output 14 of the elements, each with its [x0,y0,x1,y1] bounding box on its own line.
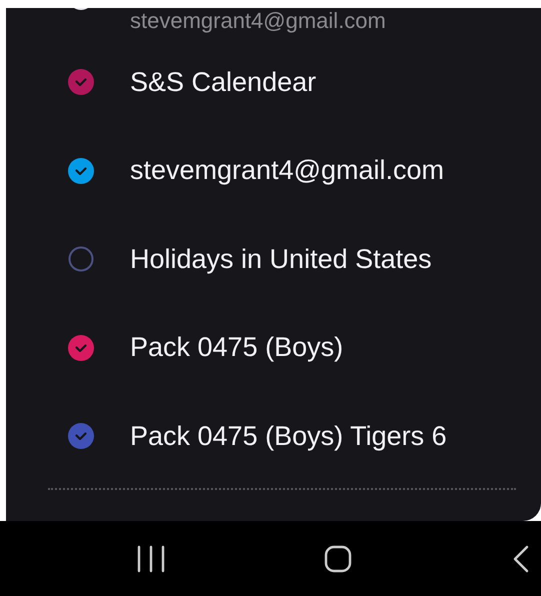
calendar-name: S&S Calendear [130,66,316,98]
checkbox[interactable] [68,423,94,450]
back-icon[interactable] [511,544,531,574]
calendar-name: Holidays in United States [130,244,432,275]
checkbox[interactable] [68,246,94,272]
calendar-name: Pack 0475 (Boys) Tigers 6 [130,420,447,452]
account-email: stevemgrant4@gmail.com [130,8,386,34]
checkbox[interactable] [68,69,94,96]
calendar-name: stevemgrant4@gmail.com [130,155,444,186]
home-icon[interactable] [324,544,354,574]
recent-apps-icon[interactable] [136,544,166,572]
checkbox[interactable] [68,158,94,184]
calendar-name: Pack 0475 (Boys) [130,332,344,364]
checkbox[interactable] [68,334,94,361]
